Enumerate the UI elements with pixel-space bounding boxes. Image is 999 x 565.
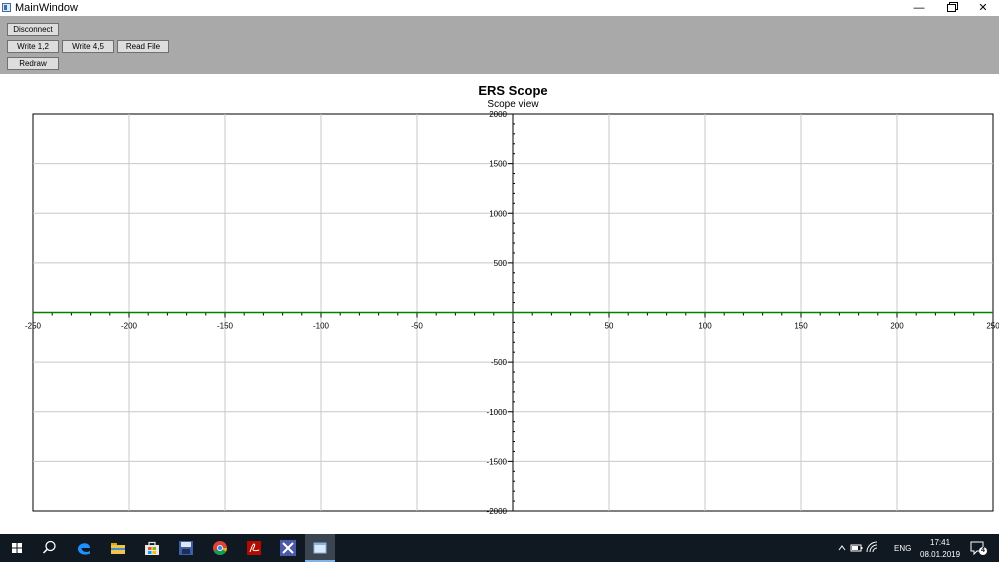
visual-studio-icon	[280, 540, 296, 556]
search-button[interactable]	[34, 534, 64, 562]
scope-chart: -250 -200 -150 -100 -50 50 100 150 200 250 2000 150…	[25, 110, 999, 516]
edge-icon	[78, 543, 90, 555]
battery-icon[interactable]	[850, 534, 864, 562]
notification-count: 4	[981, 547, 985, 554]
file-explorer-taskbar-item[interactable]	[103, 534, 133, 562]
y-tick-label: 2000	[489, 110, 507, 119]
x-tick-label: 150	[794, 322, 808, 331]
x-tick-label: 50	[605, 322, 614, 331]
chrome-icon	[213, 541, 228, 556]
search-icon	[42, 540, 56, 554]
x-tick-label: -250	[25, 322, 42, 331]
y-tick-label: -1500	[487, 457, 508, 466]
mainwindow-app-icon	[313, 542, 327, 554]
x-tick-label: 100	[698, 322, 712, 331]
taskbar: ENG 17:41 08.01.2019 4	[0, 534, 999, 562]
y-tick-label: -500	[491, 358, 508, 367]
x-tick-label: -200	[121, 322, 138, 331]
start-button[interactable]	[2, 534, 32, 562]
language-indicator[interactable]: ENG	[894, 544, 911, 554]
visual-studio-taskbar-item[interactable]	[273, 534, 303, 562]
clock-date[interactable]: 08.01.2019	[920, 550, 960, 560]
pdf-taskbar-item[interactable]	[239, 534, 269, 562]
y-tick-label: 500	[494, 259, 508, 268]
mainwindow-taskbar-item[interactable]	[305, 534, 335, 562]
y-tick-label: -2000	[487, 507, 508, 516]
chevron-up-icon[interactable]	[837, 534, 847, 562]
x-tick-label: -150	[217, 322, 234, 331]
disk-app-taskbar-item[interactable]	[171, 534, 201, 562]
save-disk-icon	[179, 541, 193, 555]
notifications-button[interactable]: 4	[970, 540, 988, 556]
store-icon	[145, 541, 159, 555]
edge-taskbar-item[interactable]	[69, 534, 99, 562]
chrome-taskbar-item[interactable]	[205, 534, 235, 562]
x-tick-label: 200	[890, 322, 904, 331]
x-tick-label: 250	[986, 322, 999, 331]
store-taskbar-item[interactable]	[137, 534, 167, 562]
y-tick-label: 1500	[489, 160, 507, 169]
y-tick-label: 1000	[489, 209, 507, 218]
y-tick-label: -1000	[487, 408, 508, 417]
pdf-icon	[247, 541, 261, 555]
wifi-icon[interactable]	[866, 534, 878, 562]
x-tick-label: -50	[411, 322, 423, 331]
start-icon	[12, 543, 22, 553]
x-tick-label: -100	[313, 322, 330, 331]
file-explorer-icon	[111, 543, 125, 554]
clock-time[interactable]: 17:41	[930, 538, 950, 548]
